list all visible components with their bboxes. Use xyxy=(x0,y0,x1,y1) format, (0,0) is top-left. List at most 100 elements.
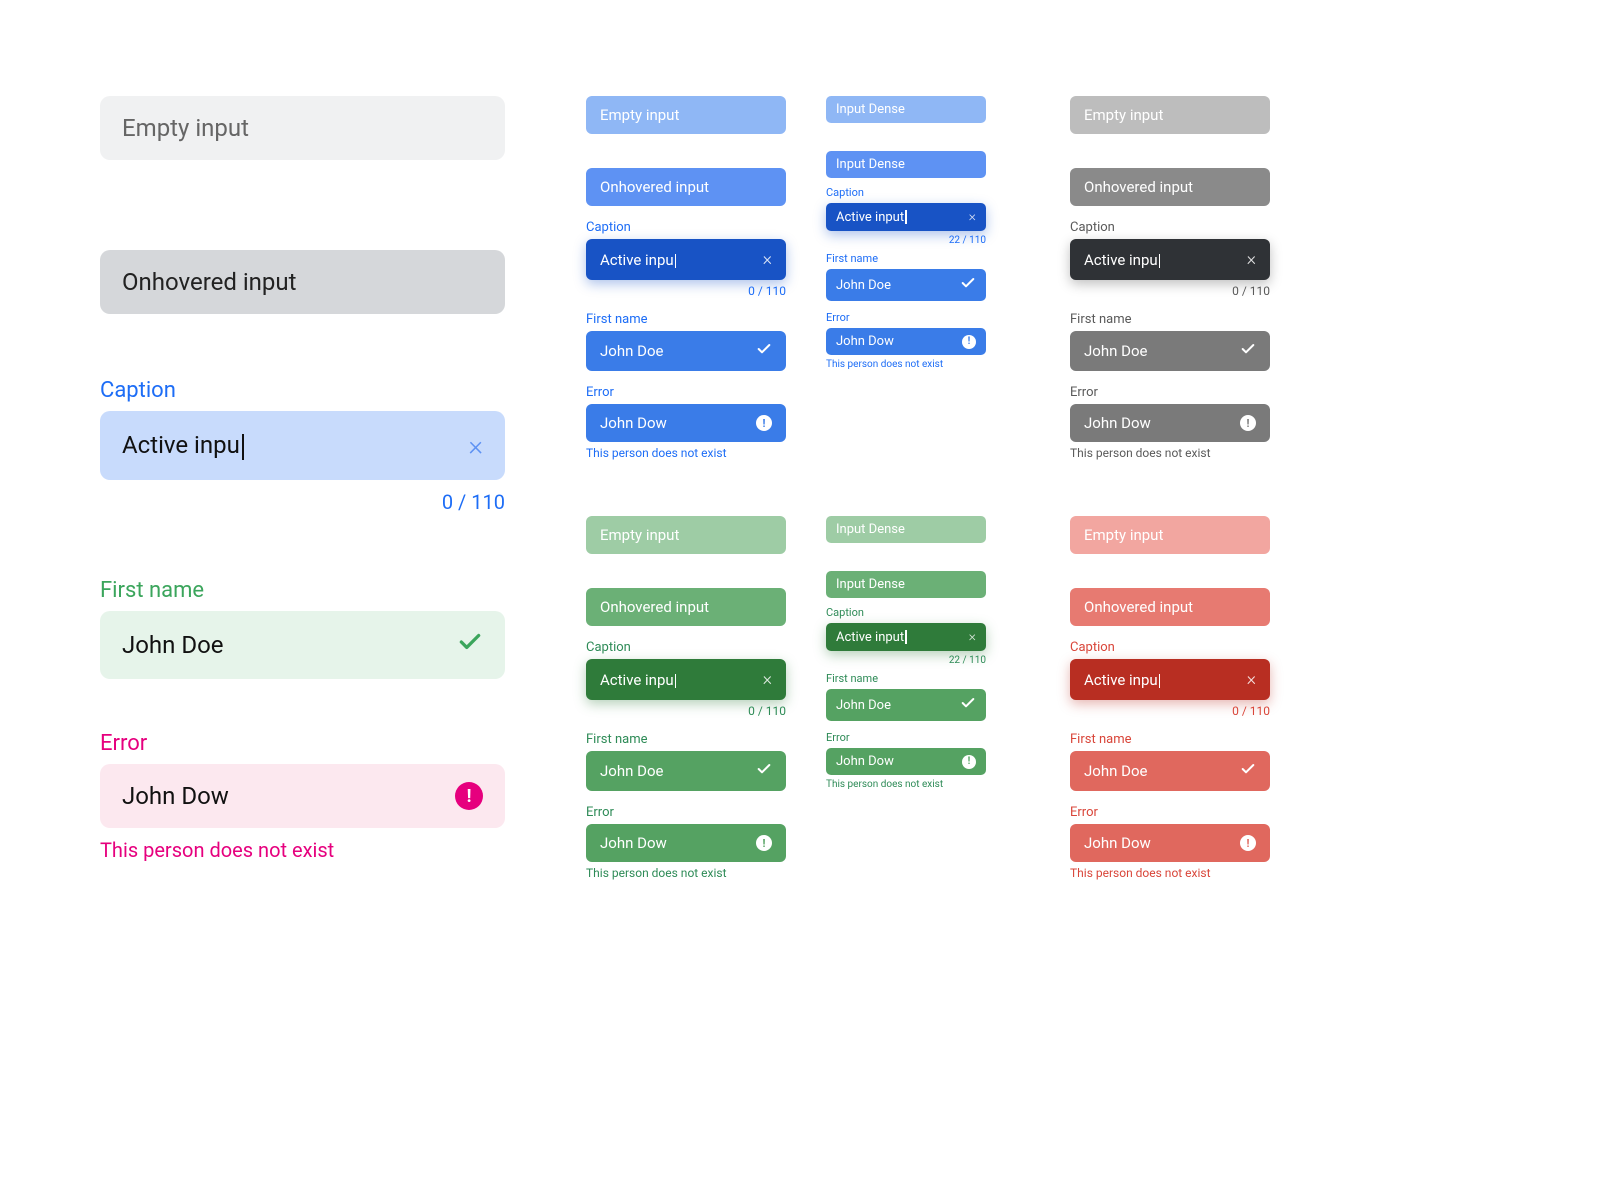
input-placeholder: Input Dense xyxy=(836,577,905,592)
clear-icon[interactable]: × xyxy=(763,669,772,690)
valid-input-label: First name xyxy=(826,252,986,265)
input-placeholder: Input Dense xyxy=(836,102,905,117)
valid-input-value: John Doe xyxy=(836,698,891,713)
valid-input-label: First name xyxy=(586,732,786,747)
green-dense-column: Input Dense Input Dense Caption Active i… xyxy=(826,516,986,790)
input-placeholder: Onhovered input xyxy=(600,598,709,616)
error-input-label: Error xyxy=(826,311,986,324)
active-input-counter: 0 / 110 xyxy=(586,284,786,298)
active-input-value: Active inpu xyxy=(1084,671,1160,689)
hovered-input[interactable]: Onhovered input xyxy=(1070,168,1270,206)
valid-input-value: John Doe xyxy=(600,342,663,360)
active-input-value: Active inpu xyxy=(122,431,244,460)
active-input[interactable]: Active input × xyxy=(826,203,986,231)
active-input-value: Active inpu xyxy=(1084,251,1160,269)
valid-input[interactable]: John Doe xyxy=(586,331,786,371)
error-input-value: John Dow xyxy=(1084,414,1151,432)
error-input-label: Error xyxy=(826,731,986,744)
error-helper-text: This person does not exist xyxy=(826,779,986,790)
hovered-input[interactable]: Onhovered input xyxy=(1070,588,1270,626)
empty-input-placeholder: Empty input xyxy=(122,114,249,142)
input-placeholder: Empty input xyxy=(600,106,679,124)
error-input[interactable]: John Dow ! xyxy=(826,328,986,355)
active-input-value: Active inpu xyxy=(600,251,676,269)
text-cursor-icon xyxy=(675,254,677,268)
valid-input[interactable]: John Doe xyxy=(586,751,786,791)
clear-icon[interactable]: × xyxy=(468,429,483,462)
blue-variant-column: Empty input Onhovered input Caption Acti… xyxy=(586,96,786,460)
error-icon: ! xyxy=(1240,415,1256,431)
error-input[interactable]: John Dow ! xyxy=(1070,404,1270,442)
text-cursor-icon xyxy=(905,630,907,644)
active-input[interactable]: Active inpu × xyxy=(586,659,786,700)
error-helper-text: This person does not exist xyxy=(100,838,505,862)
error-input[interactable]: John Dow ! xyxy=(826,748,986,775)
clear-icon[interactable]: × xyxy=(763,249,772,270)
valid-input[interactable]: John Doe xyxy=(1070,751,1270,791)
active-input[interactable]: Active inpu × xyxy=(100,411,505,480)
hovered-input[interactable]: Input Dense xyxy=(826,151,986,178)
active-input-counter: 0 / 110 xyxy=(1070,704,1270,718)
empty-input[interactable]: Empty input xyxy=(1070,516,1270,554)
error-input-label: Error xyxy=(586,805,786,820)
checkmark-icon xyxy=(756,341,772,361)
valid-input[interactable]: John Doe xyxy=(826,689,986,721)
clear-icon[interactable]: × xyxy=(969,209,976,225)
hovered-input[interactable]: Onhovered input xyxy=(586,168,786,206)
error-input[interactable]: John Dow ! xyxy=(586,824,786,862)
error-input-label: Error xyxy=(586,385,786,400)
text-cursor-icon xyxy=(905,210,907,224)
hovered-input[interactable]: Input Dense xyxy=(826,571,986,598)
active-input[interactable]: Active inpu × xyxy=(1070,659,1270,700)
empty-input[interactable]: Empty input xyxy=(586,96,786,134)
clear-icon[interactable]: × xyxy=(1247,669,1256,690)
error-input-value: John Dow xyxy=(600,834,667,852)
error-input[interactable]: John Dow ! xyxy=(1070,824,1270,862)
text-cursor-icon xyxy=(675,674,677,688)
active-input-label: Caption xyxy=(100,378,505,403)
clear-icon[interactable]: × xyxy=(1247,249,1256,270)
input-placeholder: Onhovered input xyxy=(1084,178,1193,196)
error-helper-text: This person does not exist xyxy=(586,866,786,880)
empty-input[interactable]: Input Dense xyxy=(826,516,986,543)
active-input[interactable]: Active inpu × xyxy=(1070,239,1270,280)
active-input[interactable]: Active inpu × xyxy=(586,239,786,280)
active-input-label: Caption xyxy=(826,186,986,199)
error-icon: ! xyxy=(962,335,976,349)
error-helper-text: This person does not exist xyxy=(586,446,786,460)
error-icon: ! xyxy=(756,835,772,851)
active-input-value: Active inpu xyxy=(600,671,676,689)
empty-input[interactable]: Input Dense xyxy=(826,96,986,123)
error-input-label: Error xyxy=(1070,805,1270,820)
active-input-counter: 22 / 110 xyxy=(826,655,986,666)
active-input-counter: 0 / 110 xyxy=(100,490,505,514)
empty-input[interactable]: Empty input xyxy=(586,516,786,554)
error-input[interactable]: John Dow ! xyxy=(586,404,786,442)
active-input[interactable]: Active input × xyxy=(826,623,986,651)
hovered-input[interactable]: Onhovered input xyxy=(586,588,786,626)
input-placeholder: Empty input xyxy=(600,526,679,544)
input-placeholder: Input Dense xyxy=(836,522,905,537)
valid-input[interactable]: John Doe xyxy=(826,269,986,301)
empty-input[interactable]: Empty input xyxy=(100,96,505,160)
error-input[interactable]: John Dow ! xyxy=(100,764,505,828)
error-input-value: John Dow xyxy=(836,754,894,769)
grey-variant-column: Empty input Onhovered input Caption Acti… xyxy=(1070,96,1270,460)
active-input-label: Caption xyxy=(586,640,786,655)
empty-input[interactable]: Empty input xyxy=(1070,96,1270,134)
active-input-value: Active input xyxy=(836,630,907,645)
error-icon: ! xyxy=(756,415,772,431)
hovered-input-placeholder: Onhovered input xyxy=(122,268,296,296)
checkmark-icon xyxy=(960,695,976,715)
error-input-value: John Dow xyxy=(1084,834,1151,852)
error-input-group: Error John Dow ! This person does not ex… xyxy=(100,731,505,862)
input-placeholder: Onhovered input xyxy=(600,178,709,196)
hovered-input[interactable]: Onhovered input xyxy=(100,250,505,314)
error-icon: ! xyxy=(455,782,483,810)
valid-input[interactable]: John Doe xyxy=(100,611,505,679)
valid-input-value: John Doe xyxy=(1084,342,1147,360)
active-input-label: Caption xyxy=(826,606,986,619)
large-showcase-column: Empty input Onhovered input Caption Acti… xyxy=(100,96,505,862)
valid-input[interactable]: John Doe xyxy=(1070,331,1270,371)
clear-icon[interactable]: × xyxy=(969,629,976,645)
